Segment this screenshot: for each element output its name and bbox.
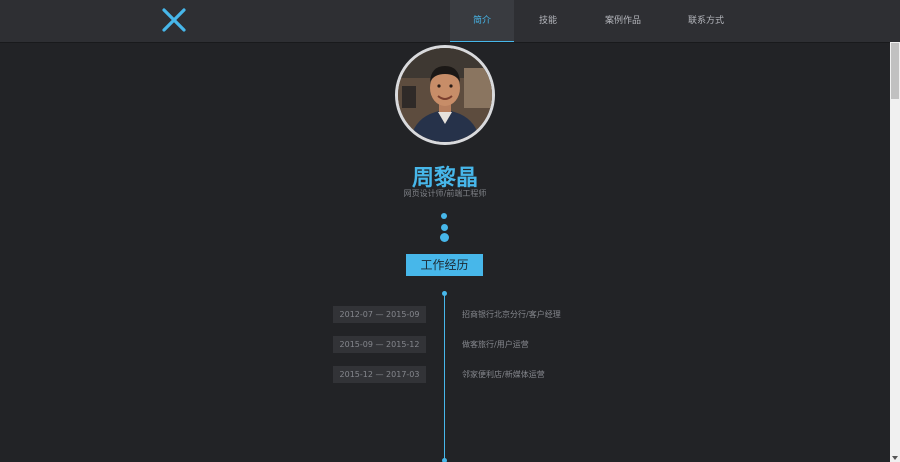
timeline-description: 邻家便利店/新媒体运营 — [462, 370, 545, 379]
scroll-indicator-dot — [441, 213, 447, 219]
top-navigation-bar: 简介 技能 案例作品 联系方式 — [0, 0, 900, 42]
nav-item-skills[interactable]: 技能 — [514, 0, 582, 42]
scrollbar-thumb[interactable] — [891, 43, 899, 99]
timeline-description: 招商银行北京分行/客户经理 — [462, 310, 561, 319]
vertical-scrollbar[interactable] — [890, 42, 900, 462]
x-logo-icon[interactable] — [162, 8, 186, 32]
profile-title: 网页设计师/前端工程师 — [403, 189, 487, 198]
scroll-indicator-dot — [441, 224, 448, 231]
scroll-indicator-dot — [440, 233, 449, 242]
scroll-down-arrow-icon[interactable] — [892, 456, 898, 460]
nav-item-intro[interactable]: 简介 — [450, 0, 514, 42]
timeline-description: 做客旅行/用户运营 — [462, 340, 529, 349]
main-nav: 简介 技能 案例作品 联系方式 — [450, 0, 748, 42]
avatar — [395, 45, 495, 145]
nav-item-portfolio[interactable]: 案例作品 — [582, 0, 664, 42]
page: 简介 技能 案例作品 联系方式 周黎晶 网页设计师/前端工程师 工作经历 201… — [0, 0, 900, 462]
timeline-date: 2015-12 — 2017-03 — [333, 366, 426, 383]
timeline-date: 2015-09 — 2015-12 — [333, 336, 426, 353]
timeline-line — [444, 293, 445, 462]
timeline-end-dot — [442, 458, 447, 462]
work-experience-heading: 工作经历 — [406, 254, 483, 276]
nav-item-contact[interactable]: 联系方式 — [664, 0, 748, 42]
timeline-start-dot — [442, 291, 447, 296]
profile-photo — [398, 48, 492, 142]
timeline-date: 2012-07 — 2015-09 — [333, 306, 426, 323]
